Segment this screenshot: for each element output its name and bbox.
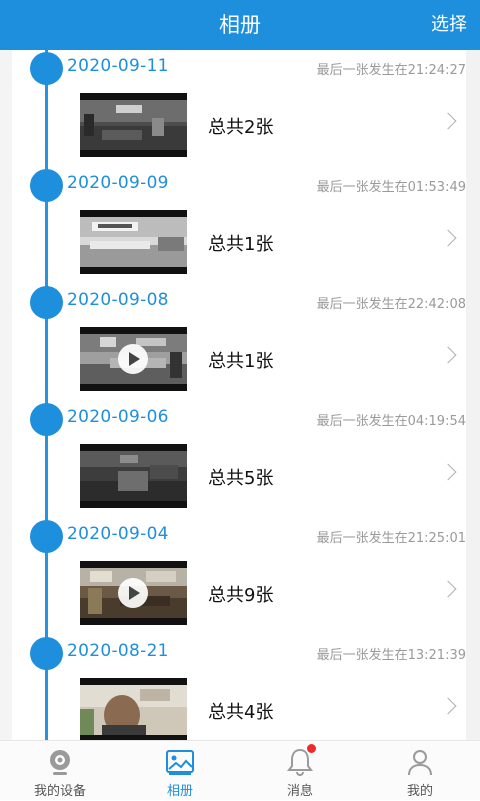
album-entry[interactable]: 总共1张 xyxy=(12,204,466,280)
bottom-tab-bar: 我的设备 相册 消息 我的 xyxy=(0,740,480,800)
group-date: 2020-09-09 xyxy=(67,173,169,193)
tab-album[interactable]: 相册 xyxy=(120,741,240,801)
timeline-dot xyxy=(30,52,63,85)
user-icon xyxy=(408,750,432,776)
last-capture-time: 最后一张发生在04:19:54 xyxy=(316,414,466,429)
photo-count: 总共5张 xyxy=(208,468,274,489)
chevron-right-icon xyxy=(439,346,457,364)
last-capture-time: 最后一张发生在22:42:08 xyxy=(316,297,466,312)
thumbnail-video xyxy=(80,561,187,625)
date-group: 2020-09-11 最后一张发生在21:24:27 总共2张 xyxy=(0,50,480,167)
group-date: 2020-08-21 xyxy=(67,641,169,661)
chevron-right-icon xyxy=(439,112,457,130)
album-entry[interactable]: 总共1张 xyxy=(12,321,466,397)
tab-me[interactable]: 我的 xyxy=(360,741,480,801)
last-capture-time: 最后一张发生在21:24:27 xyxy=(316,63,466,78)
photo-count: 总共2张 xyxy=(208,117,274,138)
chevron-right-icon xyxy=(439,229,457,247)
tab-my-devices[interactable]: 我的设备 xyxy=(0,741,120,801)
album-timeline[interactable]: 2020-09-11 最后一张发生在21:24:27 总共2张 2020-09-… xyxy=(0,50,480,740)
thumbnail-image xyxy=(80,210,187,274)
album-entry[interactable]: 总共2张 xyxy=(12,87,466,163)
album-icon xyxy=(166,750,194,775)
header-bar: 相册 选择 xyxy=(0,0,480,50)
select-button[interactable]: 选择 xyxy=(431,0,467,50)
play-icon xyxy=(118,578,148,608)
album-entry[interactable]: 总共5张 xyxy=(12,438,466,514)
thumbnail-image xyxy=(80,678,187,740)
album-entry[interactable]: 总共4张 xyxy=(12,672,466,740)
play-icon xyxy=(118,344,148,374)
photo-count: 总共1张 xyxy=(208,351,274,372)
camera-icon xyxy=(50,750,70,775)
date-group: 2020-09-09 最后一张发生在01:53:49 总共1张 xyxy=(0,167,480,284)
thumbnail-image xyxy=(80,444,187,508)
notification-badge xyxy=(307,744,316,753)
photo-count: 总共1张 xyxy=(208,234,274,255)
thumbnail-image xyxy=(80,93,187,157)
date-group: 2020-09-06 最后一张发生在04:19:54 总共5张 xyxy=(0,401,480,518)
last-capture-time: 最后一张发生在01:53:49 xyxy=(316,180,466,195)
chevron-right-icon xyxy=(439,580,457,598)
timeline-dot xyxy=(30,520,63,553)
tab-label: 消息 xyxy=(286,784,313,799)
group-date: 2020-09-06 xyxy=(67,407,169,427)
photo-count: 总共9张 xyxy=(208,585,274,606)
timeline-dot xyxy=(30,403,63,436)
last-capture-time: 最后一张发生在13:21:39 xyxy=(316,648,466,663)
date-group: 2020-09-08 最后一张发生在22:42:08 总共1张 xyxy=(0,284,480,401)
tab-label: 相册 xyxy=(166,784,193,799)
tab-label: 我的设备 xyxy=(33,784,86,799)
chevron-right-icon xyxy=(439,697,457,715)
timeline-dot xyxy=(30,286,63,319)
tab-label: 我的 xyxy=(406,784,433,799)
photo-count: 总共4张 xyxy=(208,702,274,723)
tab-messages[interactable]: 消息 xyxy=(240,741,360,801)
date-group: 2020-09-04 最后一张发生在21:25:01 总共9张 xyxy=(0,518,480,635)
timeline-dot xyxy=(30,637,63,670)
group-date: 2020-09-08 xyxy=(67,290,169,310)
group-date: 2020-09-11 xyxy=(67,56,169,76)
last-capture-time: 最后一张发生在21:25:01 xyxy=(316,531,466,546)
date-group: 2020-08-21 最后一张发生在13:21:39 总共4张 xyxy=(0,635,480,740)
album-entry[interactable]: 总共9张 xyxy=(12,555,466,631)
thumbnail-video xyxy=(80,327,187,391)
group-date: 2020-09-04 xyxy=(67,524,169,544)
chevron-right-icon xyxy=(439,463,457,481)
timeline-dot xyxy=(30,169,63,202)
page-title: 相册 xyxy=(219,13,261,37)
